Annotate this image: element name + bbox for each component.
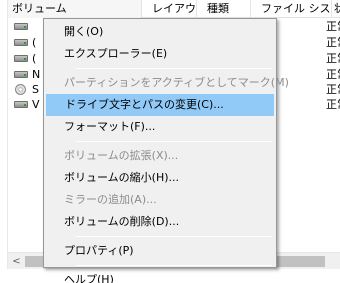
context-menu: 開く(O) エクスプローラー(E) パーティションをアクティブとしてマーク(M)… <box>43 18 289 283</box>
drive-icon <box>14 39 28 46</box>
left-edge <box>0 0 8 270</box>
menu-item-explorer[interactable]: エクスプローラー(E) <box>46 43 274 65</box>
drive-icon <box>14 71 28 78</box>
menu-item-shrink-volume[interactable]: ボリュームの縮小(H)... <box>46 167 274 189</box>
volume-name: N <box>32 68 41 81</box>
column-header-status[interactable]: 状態 <box>332 0 340 18</box>
volume-status: 正常 <box>326 83 340 96</box>
disc-icon <box>15 84 26 95</box>
volume-status: 正常 <box>326 52 340 65</box>
volume-name: ( <box>32 36 37 49</box>
menu-item-add-mirror: ミラーの追加(A)... <box>64 193 157 206</box>
column-header-type[interactable]: 種類 <box>197 0 251 18</box>
menu-separator <box>76 265 272 266</box>
menu-item-open[interactable]: 開く(O) <box>46 21 274 43</box>
volume-name: ( <box>32 52 37 65</box>
menu-separator <box>76 236 272 237</box>
column-header-layout[interactable]: レイアウト <box>142 0 197 18</box>
menu-separator <box>76 68 272 69</box>
drive-icon <box>14 23 28 30</box>
menu-item-format[interactable]: フォーマット(F)... <box>46 116 274 138</box>
volume-status: 正常 <box>326 20 340 33</box>
volume-status: 正常 <box>326 98 340 111</box>
volume-status: 正常 <box>326 36 340 49</box>
scroll-left-arrow-icon[interactable]: < <box>8 253 25 270</box>
column-header-volume[interactable]: ボリューム <box>8 0 142 18</box>
menu-item-help[interactable]: ヘルプ(H) <box>46 269 274 283</box>
menu-item-change-drive-letter[interactable]: ドライブ文字とパスの変更(C)... <box>46 94 274 116</box>
menu-separator <box>76 141 272 142</box>
menu-item-properties[interactable]: プロパティ(P) <box>46 240 274 262</box>
menu-item-mark-active: パーティションをアクティブとしてマーク(M) <box>64 76 289 89</box>
volume-status: 正常 <box>326 68 340 81</box>
column-header: ボリューム レイアウト 種類 ファイル システム 状態 <box>8 0 340 18</box>
volume-name: V <box>32 98 40 111</box>
menu-item-delete-volume[interactable]: ボリュームの削除(D)... <box>46 211 274 233</box>
drive-icon <box>14 101 28 108</box>
volume-name: S <box>32 83 39 96</box>
menu-item-extend-volume: ボリュームの拡張(X)... <box>64 149 179 162</box>
column-header-filesystem[interactable]: ファイル システム <box>251 0 332 18</box>
drive-icon <box>14 55 28 62</box>
